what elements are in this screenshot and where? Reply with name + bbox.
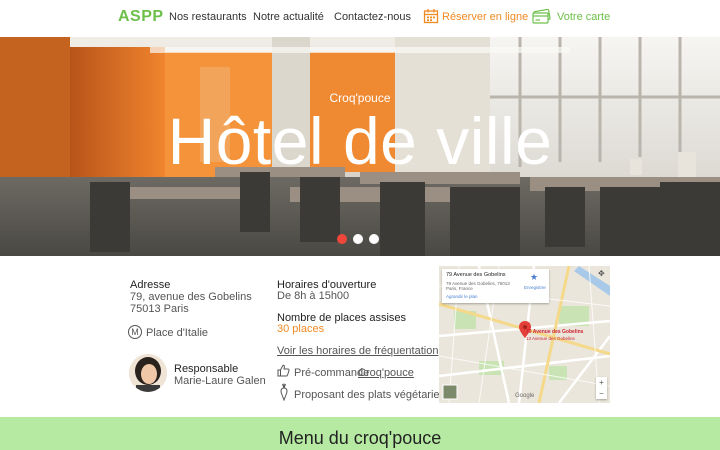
star-icon[interactable]: ★ bbox=[530, 272, 538, 283]
address-label: Adresse bbox=[130, 279, 171, 291]
attendance-hours-link[interactable]: Voir les horaires de fréquentation bbox=[277, 345, 438, 357]
map-card-title: 79 Avenue des Gobelins bbox=[446, 272, 506, 278]
reserve-online-link[interactable]: Réserver en ligne bbox=[442, 11, 528, 23]
carousel-dot-1[interactable] bbox=[337, 234, 347, 244]
google-logo: Google bbox=[515, 393, 535, 399]
carousel-dots bbox=[337, 234, 379, 244]
hero-carousel: Croq'pouce Hôtel de ville bbox=[0, 37, 720, 256]
map-enlarge-link[interactable]: Agrandir le plan bbox=[446, 294, 478, 299]
address-line2: 75013 Paris bbox=[130, 303, 189, 315]
avatar bbox=[129, 354, 167, 392]
location-map[interactable]: 79 Avenue des Gobelins 79 Avenue des Gob… bbox=[439, 266, 610, 403]
nav-link-restaurants[interactable]: Nos restaurants bbox=[169, 11, 247, 23]
preorder-link[interactable]: Croq'pouce bbox=[358, 367, 414, 379]
card-icon[interactable] bbox=[532, 8, 552, 30]
hours-value: De 8h à 15h00 bbox=[277, 290, 350, 302]
hero-title: Hôtel de ville bbox=[167, 104, 553, 178]
thumbs-up-icon bbox=[277, 364, 290, 382]
your-card-link[interactable]: Votre carte bbox=[557, 11, 610, 23]
logo[interactable]: ASPP bbox=[118, 8, 164, 26]
carousel-dot-3[interactable] bbox=[369, 234, 379, 244]
top-navigation: ASPP Nos restaurants Notre actualité Con… bbox=[0, 0, 720, 37]
map-save-link[interactable]: Enregistrer bbox=[524, 285, 546, 290]
pegman-icon[interactable]: ✥ bbox=[598, 269, 605, 278]
calendar-icon[interactable] bbox=[423, 8, 439, 29]
address-line1: 79, avenue des Gobelins bbox=[130, 291, 252, 303]
menu-section-header: Menu du croq'pouce bbox=[0, 417, 720, 450]
manager-name: Marie-Laure Galen bbox=[174, 375, 266, 387]
seats-value: 30 places bbox=[277, 323, 325, 335]
map-card-address: 79 Avenue des Gobelins, 75013 Paris, Fra… bbox=[446, 281, 510, 291]
carrot-icon bbox=[279, 383, 289, 406]
carousel-dot-2[interactable] bbox=[353, 234, 363, 244]
menu-title: Menu du croq'pouce bbox=[278, 428, 442, 448]
manager-label: Responsable bbox=[174, 363, 239, 375]
map-zoom-control[interactable]: + − bbox=[596, 377, 607, 399]
map-info-card: 79 Avenue des Gobelins 79 Avenue des Gob… bbox=[442, 269, 549, 303]
nav-link-actualite[interactable]: Notre actualité bbox=[253, 11, 324, 23]
metro-icon: M bbox=[128, 325, 142, 339]
map-pin-sublabel: 13 Avenue des Gobelins bbox=[526, 336, 575, 341]
map-pin-label: 79 Avenue des Gobelins bbox=[526, 329, 584, 335]
nav-link-contact[interactable]: Contactez-nous bbox=[334, 11, 411, 23]
vegetarian-text: Proposant des plats végétariens bbox=[294, 389, 452, 401]
metro-station: Place d'Italie bbox=[146, 327, 209, 339]
